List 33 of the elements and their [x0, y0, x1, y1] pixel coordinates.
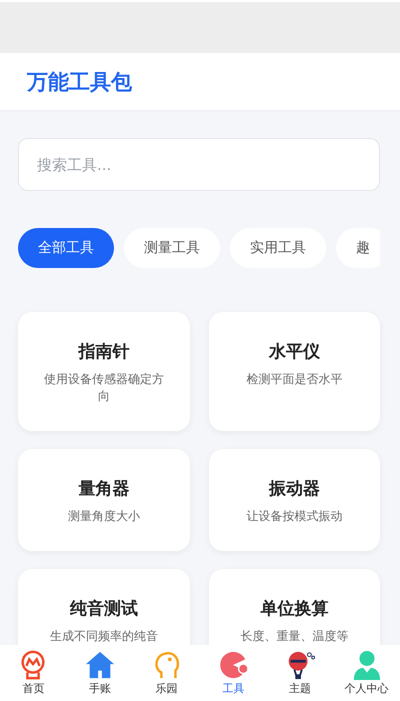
tool-name: 振动器: [268, 478, 321, 500]
tool-description: 生成不同频率的纯音: [48, 628, 159, 645]
category-chip[interactable]: 全部工具: [18, 228, 114, 268]
category-chip[interactable]: 测量工具: [124, 228, 220, 268]
house-icon: [84, 650, 115, 680]
tool-card[interactable]: 纯音测试 生成不同频率的纯音: [18, 569, 190, 645]
tool-name: 纯音测试: [68, 598, 139, 620]
category-chip[interactable]: 实用工具: [230, 228, 326, 268]
tool-name: 水平仪: [268, 341, 321, 363]
tool-description: 让设备按模式振动: [245, 508, 344, 525]
tab-item[interactable]: 手账: [68, 650, 132, 696]
tab-item[interactable]: 工具: [201, 650, 266, 696]
tool-description: 测量角度大小: [66, 508, 141, 525]
page-title: 万能工具包: [27, 68, 132, 96]
tool-card[interactable]: 指南针 使用设备传感器确定方向: [18, 312, 190, 431]
tool-name: 指南针: [77, 341, 130, 363]
category-chip[interactable]: 趣: [336, 228, 380, 268]
search-field[interactable]: 搜索工具...: [18, 138, 380, 191]
tool-card[interactable]: 水平仪 检测平面是否水平: [208, 312, 380, 431]
tool-card[interactable]: 单位换算 长度、重量、温度等: [208, 569, 380, 645]
tool-name: 单位换算: [259, 598, 330, 620]
tool-description: 使用设备传感器确定方向: [42, 371, 165, 405]
tool-description: 检测平面是否水平: [245, 371, 344, 388]
tab-item[interactable]: 乐园: [134, 650, 199, 696]
tab-item[interactable]: 首页: [1, 650, 66, 696]
tab-item[interactable]: 个人中心: [334, 650, 399, 696]
tool-card[interactable]: 量角器 测量角度大小: [18, 449, 190, 551]
tab-item[interactable]: 主题: [268, 650, 332, 696]
tool-description: 长度、重量、温度等: [239, 628, 350, 645]
pacman-icon: [218, 650, 248, 680]
tool-card[interactable]: 振动器 让设备按模式振动: [208, 449, 380, 551]
tool-name: 量角器: [77, 478, 130, 500]
person-icon: [352, 650, 382, 680]
